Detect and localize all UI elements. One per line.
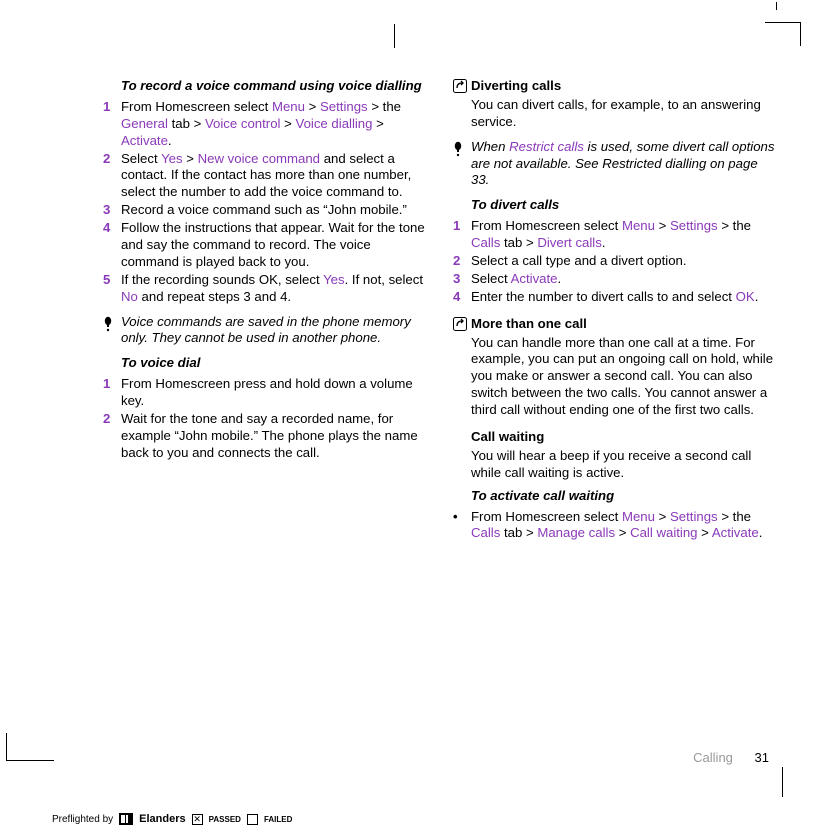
step-number: 4 (103, 220, 121, 271)
step-text: From Homescreen select Menu > Settings >… (471, 218, 779, 252)
calls-icon (453, 316, 471, 419)
step-number: 4 (453, 289, 471, 306)
step-text: If the recording sounds OK, select Yes. … (121, 272, 429, 306)
crop-mark-tr (765, 22, 801, 46)
steps-divert: 1From Homescreen select Menu > Settings … (453, 218, 779, 305)
step-text: From Homescreen select Menu > Settings >… (471, 509, 779, 543)
elanders-logo-icon (119, 813, 133, 825)
step-number: 1 (103, 99, 121, 150)
step-text: Select a call type and a divert option. (471, 253, 779, 270)
para-call-waiting: You will hear a beep if you receive a se… (471, 448, 779, 482)
step-number: 3 (453, 271, 471, 288)
note-text: When Restrict calls is used, some divert… (471, 139, 779, 190)
step-number: 1 (453, 218, 471, 252)
steps-voice-dial: 1From Homescreen press and hold down a v… (103, 376, 429, 461)
step-text: Select Yes > New voice command and selec… (121, 151, 429, 202)
note-voice-memory: Voice commands are saved in the phone me… (103, 314, 429, 348)
preflight-bar: Preflighted by Elanders ✕ PASSED FAILED (52, 813, 292, 825)
info-icon (453, 139, 471, 190)
note-text: Voice commands are saved in the phone me… (121, 314, 429, 348)
heading-record-voice: To record a voice command using voice di… (121, 78, 429, 95)
heading-voice-dial: To voice dial (121, 355, 429, 372)
para-diverting: You can divert calls, for example, to an… (471, 97, 779, 131)
preflight-label: Preflighted by (52, 814, 113, 825)
bullet: • (453, 509, 471, 543)
step-number: 1 (103, 376, 121, 410)
page-footer: Calling 31 (693, 750, 769, 765)
step-text: From Homescreen press and hold down a vo… (121, 376, 429, 410)
preflight-brand: Elanders (139, 813, 185, 825)
step-text: Record a voice command such as “John mob… (121, 202, 429, 219)
crop-mark-top-center (394, 24, 395, 48)
step-text: Select Activate. (471, 271, 779, 288)
crop-mark-bl (6, 733, 54, 761)
para-multiple-calls: You can handle more than one call at a t… (471, 335, 779, 419)
step-text: From Homescreen select Menu > Settings >… (121, 99, 429, 150)
checkbox-failed-icon (247, 814, 258, 825)
heading-more-than-one: More than one call (471, 316, 779, 333)
preflight-failed: FAILED (264, 815, 292, 824)
heading-diverting-calls: Diverting calls (471, 78, 779, 95)
page-number: 31 (755, 750, 769, 765)
step-number: 2 (453, 253, 471, 270)
info-icon (103, 314, 121, 348)
section-name: Calling (693, 750, 733, 765)
left-column: To record a voice command using voice di… (103, 78, 429, 543)
section-more-calls: More than one call You can handle more t… (453, 316, 779, 419)
section-diverting: Diverting calls You can divert calls, fo… (453, 78, 779, 131)
crop-mark-tr2 (776, 2, 777, 10)
page-content: To record a voice command using voice di… (103, 78, 779, 543)
right-column: Diverting calls You can divert calls, fo… (453, 78, 779, 543)
step-text: Enter the number to divert calls to and … (471, 289, 779, 306)
checkbox-passed-icon: ✕ (192, 814, 203, 825)
heading-to-divert: To divert calls (471, 197, 779, 214)
crop-mark-br (782, 767, 783, 797)
step-text: Wait for the tone and say a recorded nam… (121, 411, 429, 462)
steps-call-waiting: •From Homescreen select Menu > Settings … (453, 509, 779, 543)
divert-icon (453, 78, 471, 131)
note-restrict-calls: When Restrict calls is used, some divert… (453, 139, 779, 190)
step-text: Follow the instructions that appear. Wai… (121, 220, 429, 271)
step-number: 2 (103, 151, 121, 202)
step-number: 2 (103, 411, 121, 462)
step-number: 3 (103, 202, 121, 219)
steps-record-voice: 1From Homescreen select Menu > Settings … (103, 99, 429, 306)
heading-activate-waiting: To activate call waiting (471, 488, 779, 505)
step-number: 5 (103, 272, 121, 306)
preflight-passed: PASSED (209, 815, 241, 824)
heading-call-waiting: Call waiting (471, 429, 779, 446)
